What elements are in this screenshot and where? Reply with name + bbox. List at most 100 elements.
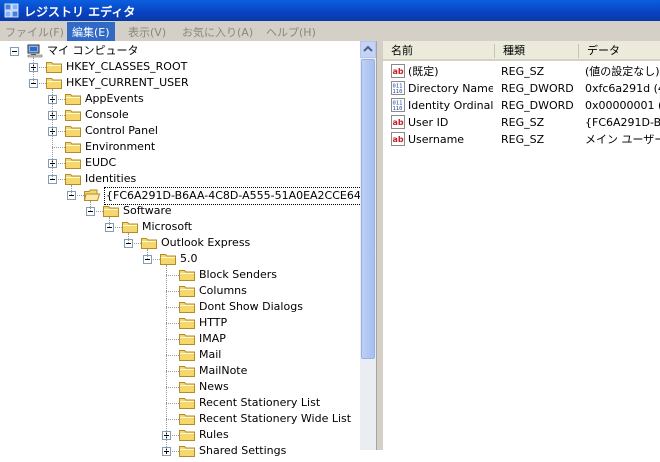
folder-icon [65, 156, 81, 169]
column-name-label: 名前 [391, 44, 413, 57]
tree-connector [128, 233, 129, 243]
title-bar: レジストリ エディタ [0, 0, 660, 21]
tree-connector [166, 355, 179, 356]
value-row[interactable]: 011 110 Identity Ordinal REG_DWORD 0x0000000… [383, 97, 660, 114]
tree-node-label[interactable]: Recent Stationery Wide List [199, 411, 351, 427]
svg-text:ab: ab [393, 135, 404, 144]
tree-node-label[interactable]: Console [85, 107, 129, 123]
value-type: REG_DWORD [501, 99, 574, 112]
dword-value-icon: 011 110 [391, 81, 405, 95]
tree-node-label[interactable]: 5.0 [180, 251, 198, 267]
folder-icon [65, 92, 81, 105]
column-header-type[interactable]: 種類 [495, 41, 579, 61]
tree-node-label[interactable]: Shared Settings [199, 443, 286, 459]
folder-icon [141, 236, 157, 249]
tree-node-label[interactable]: Block Senders [199, 267, 277, 283]
tree-node-label[interactable]: Software [123, 203, 172, 219]
tree-node-label[interactable]: Environment [85, 139, 155, 155]
tree-connector [166, 339, 179, 340]
folder-icon [179, 428, 195, 441]
tree-node-label[interactable]: AppEvents [85, 91, 144, 107]
value-name: Identity Ordinal [408, 99, 493, 112]
tree-connector [52, 147, 65, 148]
folder-icon [179, 396, 195, 409]
folder-icon [179, 380, 195, 393]
folder-icon [122, 220, 138, 233]
value-row[interactable]: ab Username REG_SZ メイン ユーザー [383, 131, 660, 148]
folder-icon [65, 140, 81, 153]
value-data: {FC6A291D-B6AA [585, 116, 660, 129]
folder-icon [65, 108, 81, 121]
tree-node-label[interactable]: Microsoft [142, 219, 192, 235]
folder-icon [179, 316, 195, 329]
folder-icon [179, 348, 195, 361]
menu-file[interactable]: ファイル(F) [5, 24, 64, 40]
menu-help[interactable]: ヘルプ(H) [266, 24, 316, 40]
folder-icon [179, 412, 195, 425]
svg-text:110: 110 [393, 106, 403, 112]
tree-node-label[interactable]: マイ コンピュータ [47, 43, 139, 59]
column-type-label: 種類 [503, 44, 525, 57]
computer-icon [27, 44, 43, 58]
collapse-icon[interactable] [10, 47, 19, 56]
tree-node-label[interactable]: Recent Stationery List [199, 395, 320, 411]
folder-icon [179, 300, 195, 313]
tree-node-label[interactable]: HTTP [199, 315, 227, 331]
column-header-data[interactable]: データ [579, 41, 660, 61]
key-tree-pane[interactable]: マイ コンピュータ HKEY_CLASSES_ROOT HKEY_CURRENT_U… [0, 41, 377, 457]
value-type: REG_SZ [501, 65, 545, 78]
tree-node-label[interactable]: MailNote [199, 363, 247, 379]
value-type: REG_DWORD [501, 82, 574, 95]
tree-node-label[interactable]: Rules [199, 427, 229, 443]
tree-node-label[interactable]: Dont Show Dialogs [199, 299, 303, 315]
tree-node-label[interactable]: Control Panel [85, 123, 158, 139]
values-pane[interactable]: 名前 種類 データ ab (既定) REG_SZ (値の設定なし) 011 110 Dire… [383, 41, 660, 450]
svg-text:110: 110 [393, 89, 403, 95]
menu-view[interactable]: 表示(V) [128, 24, 166, 40]
tree-node-label[interactable]: EUDC [85, 155, 116, 171]
tree-connector [33, 57, 34, 83]
tree-node-label[interactable]: IMAP [199, 331, 226, 347]
tree-connector [166, 275, 179, 276]
tree-node-label[interactable]: News [199, 379, 229, 395]
column-header-name[interactable]: 名前 [383, 41, 495, 61]
tree-connector [166, 291, 179, 292]
open-folder-icon [83, 188, 101, 201]
tree-connector [166, 307, 179, 308]
svg-text:ab: ab [393, 67, 404, 76]
tree-connector [166, 371, 179, 372]
value-name: Username [408, 133, 465, 146]
scroll-thumb[interactable] [361, 59, 375, 359]
folder-icon [179, 332, 195, 345]
tree-node-label[interactable]: Identities [85, 171, 136, 187]
tree-node-label[interactable]: HKEY_CURRENT_USER [66, 75, 189, 91]
tree-node-label[interactable]: HKEY_CLASSES_ROOT [66, 59, 187, 75]
value-name: (既定) [408, 65, 439, 78]
folder-icon [65, 124, 81, 137]
value-type: REG_SZ [501, 116, 545, 129]
tree-node-label[interactable]: Columns [199, 283, 247, 299]
value-row[interactable]: ab (既定) REG_SZ (値の設定なし) [383, 63, 660, 80]
dword-value-icon: 011 110 [391, 98, 405, 112]
tree-connector [71, 185, 72, 195]
tree-node-label[interactable]: Mail [199, 347, 221, 363]
tree-scrollbar[interactable] [360, 41, 376, 450]
folder-icon [179, 444, 195, 457]
scroll-up-button[interactable] [360, 41, 376, 58]
tree-connector [90, 201, 91, 211]
value-name: Directory Name [408, 82, 493, 95]
arrow-up-icon [363, 45, 373, 52]
string-value-icon: ab [391, 132, 405, 146]
value-row[interactable]: 011 110 Directory Name REG_DWORD 0xfc6a291d … [383, 80, 660, 97]
tree-connector [166, 323, 179, 324]
menu-bar: ファイル(F) 編集(E) 表示(V) お気に入り(A) ヘルプ(H) [0, 21, 660, 43]
column-data-label: データ [587, 44, 620, 57]
folder-icon [103, 204, 119, 217]
menu-favorites[interactable]: お気に入り(A) [182, 24, 253, 40]
tree-node-label[interactable]: Outlook Express [161, 235, 250, 251]
menu-edit[interactable]: 編集(E) [67, 22, 115, 43]
value-type: REG_SZ [501, 133, 545, 146]
tree-connector [166, 265, 167, 451]
folder-icon [179, 284, 195, 297]
value-row[interactable]: ab User ID REG_SZ {FC6A291D-B6AA [383, 114, 660, 131]
